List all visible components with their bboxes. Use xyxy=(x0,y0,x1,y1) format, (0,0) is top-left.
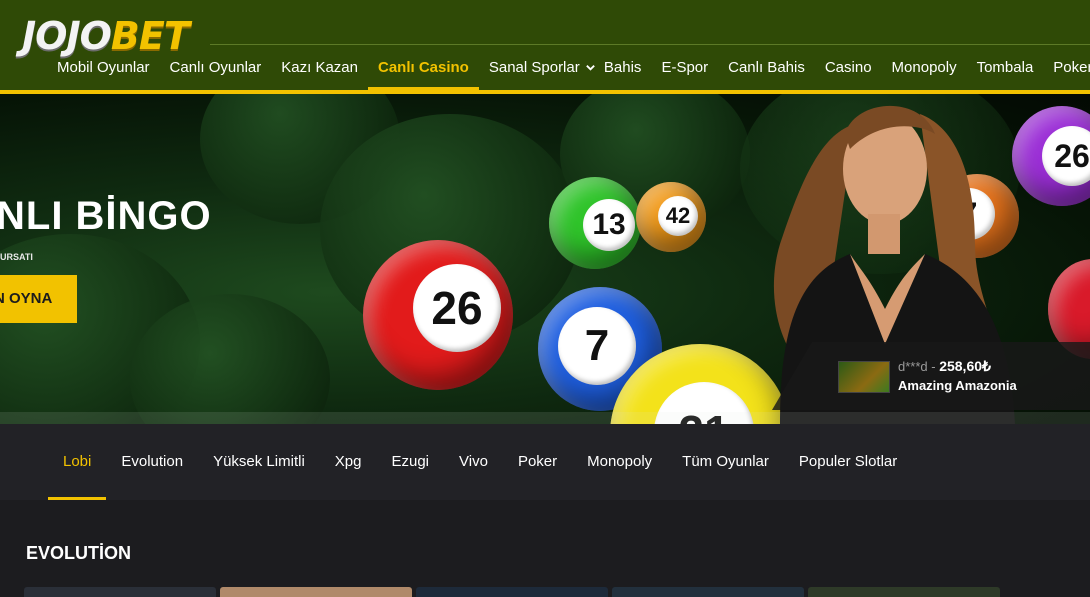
site-header: JOJOBET Mobil Oyunlar Canlı Oyunlar Kazı… xyxy=(0,0,1090,90)
bingo-ball-green: 13 xyxy=(549,177,641,269)
ball-number: 42 xyxy=(658,196,698,236)
section-title: EVOLUTİON xyxy=(26,543,132,563)
winner-info: d***d - 258,60₺ xyxy=(898,358,991,375)
nav-item-monopoly[interactable]: Monopoly xyxy=(882,48,967,90)
banner-subtitle: URSATI xyxy=(0,252,33,262)
tab-monopoly[interactable]: Monopoly xyxy=(572,424,667,500)
chevron-down-icon xyxy=(586,65,595,71)
nav-item-tombala[interactable]: Tombala xyxy=(967,48,1044,90)
tab-lobi[interactable]: Lobi xyxy=(48,424,107,500)
nav-item-e-spor[interactable]: E-Spor xyxy=(651,48,718,90)
winner-amount: 258,60₺ xyxy=(939,358,991,374)
game-thumbnail xyxy=(838,361,890,393)
hero-banner[interactable]: NLI BİNGO URSATI N OYNA 26 13 42 7 21 7 … xyxy=(0,94,1090,424)
ball-number: 13 xyxy=(583,199,635,251)
winner-username: d***d xyxy=(898,359,928,374)
winner-game-name: Amazing Amazonia xyxy=(898,378,1017,393)
game-thumbnail[interactable] xyxy=(416,587,608,597)
nav-item-poker[interactable]: Poker xyxy=(1043,48,1090,90)
nav-item-kazi-kazan[interactable]: Kazı Kazan xyxy=(271,48,368,90)
banner-title: NLI BİNGO xyxy=(0,194,212,238)
tab-ezugi[interactable]: Ezugi xyxy=(376,424,444,500)
play-now-button[interactable]: N OYNA xyxy=(0,275,77,323)
nav-item-label: Sanal Sporlar xyxy=(488,59,580,76)
nav-item-sanal-sporlar[interactable]: Sanal Sporlar xyxy=(479,48,598,90)
ball-number: 26 xyxy=(413,264,501,352)
nav-item-canli-bahis[interactable]: Canlı Bahis xyxy=(718,48,815,90)
nav-item-casino[interactable]: Casino xyxy=(815,48,882,90)
winner-separator: - xyxy=(927,359,940,374)
tab-vivo[interactable]: Vivo xyxy=(444,424,503,500)
nav-item-bahis[interactable]: Bahis xyxy=(598,48,652,90)
nav-item-canli-casino[interactable]: Canlı Casino xyxy=(367,48,479,90)
tab-tum-oyunlar[interactable]: Tüm Oyunlar xyxy=(667,424,784,500)
casino-tabs-bar: Lobi Evolution Yüksek Limitli Xpg Ezugi … xyxy=(0,424,1090,500)
game-thumbnail[interactable] xyxy=(24,587,216,597)
ball-number: 7 xyxy=(558,307,636,385)
game-thumbnail[interactable] xyxy=(612,587,804,597)
game-thumbnails-row xyxy=(24,587,1000,597)
recent-winner-panel[interactable]: d***d - 258,60₺ Amazing Amazonia xyxy=(772,342,1090,410)
casino-tabs: Lobi Evolution Yüksek Limitli Xpg Ezugi … xyxy=(48,424,912,500)
game-thumbnail[interactable] xyxy=(220,587,412,597)
tab-yuksek-limitli[interactable]: Yüksek Limitli xyxy=(198,424,320,500)
nav-item-canli-oyunlar[interactable]: Canlı Oyunlar xyxy=(160,48,272,90)
bingo-ball-orange: 42 xyxy=(636,182,706,252)
tab-poker[interactable]: Poker xyxy=(503,424,572,500)
tab-populer-slotlar[interactable]: Populer Slotlar xyxy=(784,424,912,500)
tab-xpg[interactable]: Xpg xyxy=(320,424,377,500)
game-thumbnail[interactable] xyxy=(808,587,1000,597)
header-divider xyxy=(210,44,1090,45)
ball-number: 26 xyxy=(1042,126,1090,186)
nav-item-mobil-oyunlar[interactable]: Mobil Oyunlar xyxy=(47,48,160,90)
main-nav: Mobil Oyunlar Canlı Oyunlar Kazı Kazan C… xyxy=(47,48,1090,90)
banner-bottom-strip xyxy=(0,412,1090,424)
tab-evolution[interactable]: Evolution xyxy=(106,424,198,500)
bingo-ball-red: 26 xyxy=(363,240,513,390)
